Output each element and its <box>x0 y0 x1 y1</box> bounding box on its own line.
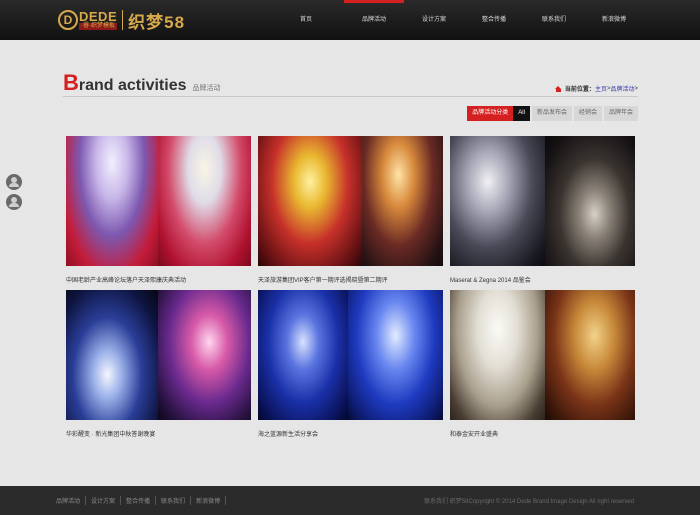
nav-item-brand-activities[interactable]: 品牌活动 <box>344 0 404 40</box>
title-divider <box>63 96 638 97</box>
activity-card[interactable]: 中国老龄产业高峰论坛落户天泽熙康庆典活动 <box>66 136 251 284</box>
activity-card[interactable]: 华彩醒变 · 新光集团中秋答谢晚宴 <box>66 290 251 438</box>
user-icon[interactable] <box>6 174 22 190</box>
activity-thumbnail[interactable] <box>258 136 443 266</box>
nav-item-design[interactable]: 设计方案 <box>404 0 464 40</box>
activity-thumbnail[interactable] <box>258 290 443 420</box>
activity-card[interactable]: 海之蓝源新生活分享会 <box>258 290 443 438</box>
footer-link-contact[interactable]: 联系我们 <box>156 496 192 505</box>
breadcrumb-home[interactable]: 主页 <box>595 84 607 93</box>
page-title: B rand activities 品牌活动 <box>63 70 221 96</box>
activity-caption[interactable]: 华彩醒变 · 新光集团中秋答谢晚宴 <box>66 429 251 438</box>
page-title-rest: rand activities <box>78 77 187 94</box>
activity-thumbnail[interactable] <box>450 136 635 266</box>
activity-thumbnail[interactable] <box>450 290 635 420</box>
breadcrumb-current[interactable]: 品牌活动 <box>610 84 634 93</box>
breadcrumb: 当前位置： 主页 > 品牌活动 > <box>554 84 638 93</box>
filter-all[interactable]: All <box>513 106 530 121</box>
site-header: D DEDE ·睿·织梦模板 织梦58 首页 品牌活动 设计方案 整合传播 联系… <box>0 0 700 40</box>
page-title-cn: 品牌活动 <box>192 85 221 92</box>
activity-caption[interactable]: 天泽旅游集团VIP客户第一期评选揭晓暨第二期评 <box>258 275 443 284</box>
activity-thumbnail[interactable] <box>66 136 251 266</box>
activity-caption[interactable]: Maserat & Zegna 2014 品鉴会 <box>450 275 635 284</box>
category-filter: 品牌活动分类 All 新品发布会 经销会 品牌年会 <box>467 106 638 121</box>
nav-item-communication[interactable]: 整合传播 <box>464 0 524 40</box>
page-title-initial: B <box>63 70 79 95</box>
activity-caption[interactable]: 和泰金安开业盛典 <box>450 429 635 438</box>
activity-caption[interactable]: 海之蓝源新生活分享会 <box>258 429 443 438</box>
footer-link-brand[interactable]: 品牌活动 <box>56 496 87 505</box>
activity-thumbnail[interactable] <box>66 290 251 420</box>
activity-card[interactable]: 和泰金安开业盛典 <box>450 290 635 438</box>
side-toolbar <box>6 174 22 214</box>
filter-label: 品牌活动分类 <box>467 106 514 121</box>
site-footer: 品牌活动 设计方案 整合传播 联系我们 新浪微博 联系我们 织梦58Copyri… <box>0 486 700 515</box>
logo-subtitle: ·睿·织梦模板 <box>79 23 118 30</box>
logo-brand: DEDE <box>79 9 118 24</box>
footer-link-weibo[interactable]: 新浪微博 <box>191 496 227 505</box>
footer-link-design[interactable]: 设计方案 <box>86 496 122 505</box>
nav-item-contact[interactable]: 联系我们 <box>524 0 584 40</box>
service-icon[interactable] <box>6 194 22 210</box>
activity-card[interactable]: 天泽旅游集团VIP客户第一期评选揭晓暨第二期评 <box>258 136 443 284</box>
footer-link-communication[interactable]: 整合传播 <box>121 496 157 505</box>
activity-caption[interactable]: 中国老龄产业高峰论坛落户天泽熙康庆典活动 <box>66 275 251 284</box>
logo-mark: D <box>58 10 78 30</box>
filter-dealer[interactable]: 经销会 <box>573 106 602 121</box>
filter-launch[interactable]: 新品发布会 <box>531 106 572 121</box>
site-logo[interactable]: D DEDE ·睿·织梦模板 织梦58 <box>58 8 185 32</box>
footer-links: 品牌活动 设计方案 整合传播 联系我们 新浪微博 <box>56 496 227 505</box>
nav-item-weibo[interactable]: 新浪微博 <box>584 0 644 40</box>
filter-annual[interactable]: 品牌年会 <box>603 106 638 121</box>
nav-item-home[interactable]: 首页 <box>276 0 336 40</box>
activity-card[interactable]: Maserat & Zegna 2014 品鉴会 <box>450 136 635 284</box>
logo-cn: 织梦58 <box>128 12 186 32</box>
copyright: 联系我们 织梦58Copyright © 2014 Dede Brand Ima… <box>424 499 634 505</box>
home-icon <box>554 85 562 92</box>
